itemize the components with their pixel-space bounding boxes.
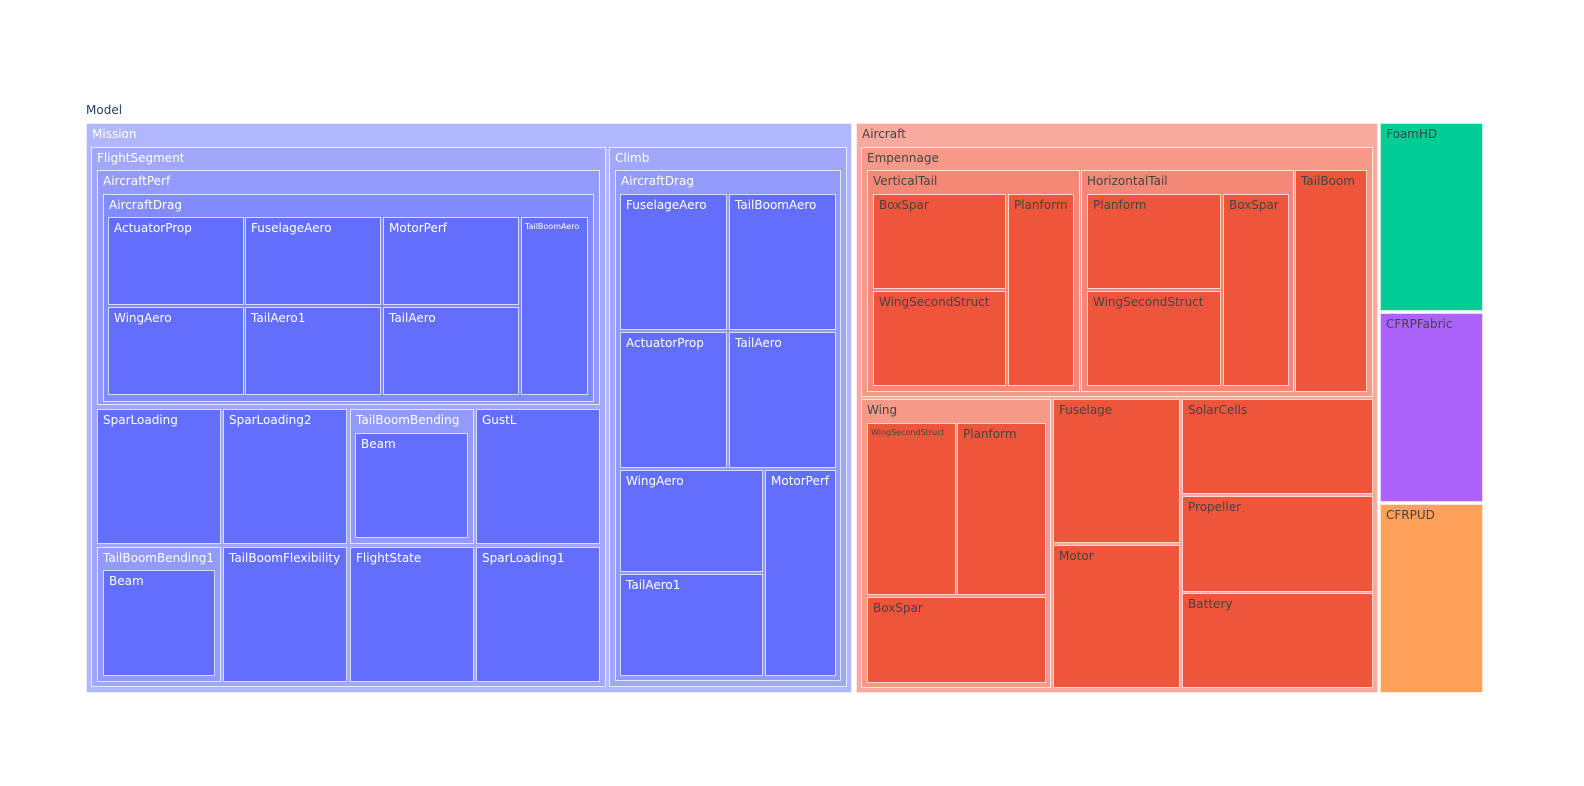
- treemap-tile-box-spar[interactable]: BoxSpar: [1223, 194, 1289, 386]
- treemap-tile-planform[interactable]: Planform: [957, 423, 1046, 595]
- treemap-tile-box-spar[interactable]: BoxSpar: [873, 194, 1006, 289]
- treemap-tile-label: Empennage: [867, 151, 939, 165]
- treemap-tile-label: Beam: [361, 437, 396, 451]
- treemap-tile-wing-second-struct[interactable]: WingSecondStruct: [867, 423, 956, 595]
- treemap-tile-tail-aero[interactable]: TailAero: [729, 332, 836, 468]
- treemap-tile-label: Propeller: [1188, 500, 1242, 514]
- treemap-tile-propeller[interactable]: Propeller: [1182, 496, 1373, 592]
- treemap-tile-solar-cells[interactable]: SolarCells: [1182, 399, 1373, 494]
- treemap-tile-label: WingSecondStruct: [879, 295, 990, 309]
- treemap-tile-cfrpud[interactable]: CFRPUD: [1380, 504, 1483, 693]
- treemap-tile-wing-second-struct[interactable]: WingSecondStruct: [873, 291, 1006, 386]
- treemap-tile-label: SparLoading2: [229, 413, 312, 427]
- treemap-tile-label: TailAero: [389, 311, 436, 325]
- treemap-tile-spar-loading2[interactable]: SparLoading2: [223, 409, 347, 544]
- treemap-tile-label: TailBoom: [1301, 174, 1355, 188]
- treemap-tile-label: TailBoomBending: [356, 413, 460, 427]
- treemap-tile-tail-boom-flexibility[interactable]: TailBoomFlexibility: [223, 547, 347, 682]
- treemap-tile-wing-aero[interactable]: WingAero: [620, 470, 763, 572]
- treemap-tile-label: SolarCells: [1188, 403, 1248, 417]
- treemap-tile-label: TailBoomFlexibility: [229, 551, 341, 565]
- treemap-tile-label: Wing: [867, 403, 898, 417]
- treemap-tile-tail-boom-aero[interactable]: TailBoomAero: [729, 194, 836, 330]
- treemap-tile-label: AircraftPerf: [103, 174, 171, 188]
- treemap-tile-label: TailBoomAero: [525, 222, 580, 231]
- treemap-tile-label: ActuatorProp: [626, 336, 704, 350]
- treemap-tile-label: WingAero: [114, 311, 172, 325]
- treemap-tile-battery[interactable]: Battery: [1182, 593, 1373, 688]
- treemap-tile-label: TailAero: [735, 336, 782, 350]
- treemap-tile-planform[interactable]: Planform: [1087, 194, 1221, 289]
- treemap-tile-spar-loading1[interactable]: SparLoading1: [476, 547, 600, 682]
- treemap-tile-tail-boom-aero[interactable]: TailBoomAero: [521, 217, 588, 395]
- treemap-tile-label: GustL: [482, 413, 517, 427]
- treemap-tile-label: Planform: [963, 427, 1017, 441]
- treemap-tile-label: TailBoomBending1: [103, 551, 214, 565]
- treemap-tile-tail-aero1[interactable]: TailAero1: [620, 574, 763, 676]
- treemap-tile-label: HorizontalTail: [1087, 174, 1168, 188]
- treemap-tile-actuator-prop[interactable]: ActuatorProp: [108, 217, 244, 305]
- treemap-tile-beam[interactable]: Beam: [103, 570, 215, 676]
- treemap-tile-tail-aero1[interactable]: TailAero1: [245, 307, 381, 395]
- treemap-tile-label: BoxSpar: [873, 601, 923, 615]
- treemap-tile-wing-aero[interactable]: WingAero: [108, 307, 244, 395]
- treemap-tile-spar-loading[interactable]: SparLoading: [97, 409, 221, 544]
- treemap-tile-label: SparLoading: [103, 413, 178, 427]
- treemap-tile-label: Climb: [615, 151, 650, 165]
- treemap-tile-fuselage[interactable]: Fuselage: [1053, 399, 1180, 543]
- treemap-tile-planform[interactable]: Planform: [1008, 194, 1074, 386]
- treemap-tile-label: Beam: [109, 574, 144, 588]
- treemap-tile-label: MotorPerf: [771, 474, 830, 488]
- treemap-tile-label: BoxSpar: [879, 198, 929, 212]
- treemap-tile-label: TailAero1: [626, 578, 681, 592]
- treemap-tile-beam[interactable]: Beam: [355, 433, 468, 538]
- treemap-tile-label: Mission: [92, 127, 137, 141]
- treemap-tile-motor-perf[interactable]: MotorPerf: [383, 217, 519, 305]
- treemap-tile-label: MotorPerf: [389, 221, 448, 235]
- treemap-tile-label: SparLoading1: [482, 551, 565, 565]
- treemap-tile-label: CFRPUD: [1386, 508, 1435, 522]
- treemap-tile-cfrpfabric[interactable]: CFRPFabric: [1380, 313, 1483, 502]
- treemap-tile-label: BoxSpar: [1229, 198, 1279, 212]
- treemap-tile-tail-boom[interactable]: TailBoom: [1295, 170, 1367, 392]
- treemap-tile-label: VerticalTail: [873, 174, 938, 188]
- treemap-tile-label: FuselageAero: [626, 198, 707, 212]
- treemap-tile-foam-hd[interactable]: FoamHD: [1380, 123, 1483, 311]
- treemap-tile-label: Motor: [1059, 549, 1094, 563]
- treemap-tile-label: FlightState: [356, 551, 422, 565]
- treemap-tile-label: WingSecondStruct: [871, 428, 945, 437]
- treemap-tile-actuator-prop[interactable]: ActuatorProp: [620, 332, 727, 468]
- treemap-chart: Mission FlightSegment AircraftPerf Aircraft…: [0, 0, 1584, 786]
- treemap-tile-label: Planform: [1014, 198, 1068, 212]
- treemap-tile-label: Battery: [1188, 597, 1233, 611]
- treemap-tile-label: Fuselage: [1059, 403, 1113, 417]
- treemap-tile-label: WingAero: [626, 474, 684, 488]
- treemap-tile-motor-perf[interactable]: MotorPerf: [765, 470, 836, 676]
- treemap-tile-wing-second-struct[interactable]: WingSecondStruct: [1087, 291, 1221, 386]
- treemap-tile-box-spar[interactable]: BoxSpar: [867, 597, 1046, 683]
- treemap-tile-label: FuselageAero: [251, 221, 332, 235]
- treemap-tile-label: TailAero1: [251, 311, 306, 325]
- treemap-tile-label: ActuatorProp: [114, 221, 192, 235]
- treemap-tile-tail-aero[interactable]: TailAero: [383, 307, 519, 395]
- treemap-tile-label: AircraftDrag: [621, 174, 694, 188]
- treemap-tile-fuselage-aero[interactable]: FuselageAero: [245, 217, 381, 305]
- treemap-tile-fuselage-aero[interactable]: FuselageAero: [620, 194, 727, 330]
- treemap-tile-label: CFRPFabric: [1386, 317, 1453, 331]
- treemap-tile-motor[interactable]: Motor: [1053, 545, 1180, 688]
- treemap-tile-label: WingSecondStruct: [1093, 295, 1204, 309]
- treemap-tile-gust-l[interactable]: GustL: [476, 409, 600, 544]
- treemap-tile-label: TailBoomAero: [735, 198, 817, 212]
- treemap-tile-label: Planform: [1093, 198, 1147, 212]
- treemap-tile-label: Aircraft: [862, 127, 906, 141]
- treemap-tile-flight-state[interactable]: FlightState: [350, 547, 474, 682]
- treemap-tile-label: AircraftDrag: [109, 198, 182, 212]
- treemap-tile-label: FlightSegment: [97, 151, 185, 165]
- treemap-tile-label: FoamHD: [1386, 127, 1438, 141]
